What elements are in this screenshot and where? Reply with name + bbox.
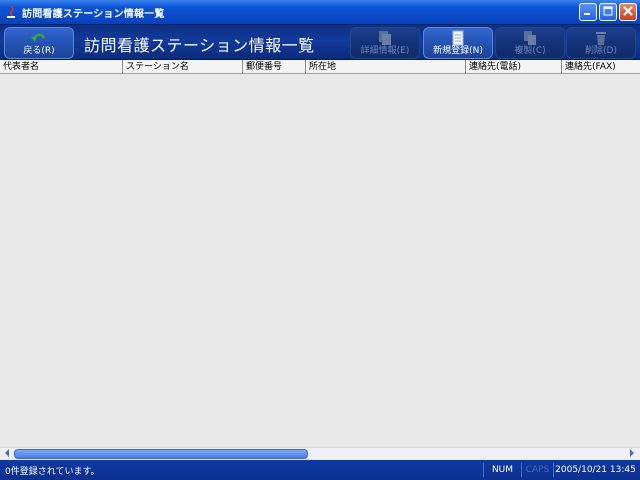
scroll-left-button[interactable] xyxy=(1,448,13,460)
scroll-thumb[interactable] xyxy=(14,449,308,459)
table-body[interactable] xyxy=(0,75,640,447)
close-icon xyxy=(623,5,633,19)
new-register-button[interactable]: 新規登録(N) xyxy=(423,27,493,59)
num-lock-indicator: NUM xyxy=(483,463,521,477)
copy-button[interactable]: 複製(C) xyxy=(495,27,565,59)
back-button[interactable]: 戻る(R) xyxy=(4,27,74,59)
horizontal-scrollbar[interactable] xyxy=(0,447,640,459)
detail-button[interactable]: 詳細情報(E) xyxy=(350,27,420,59)
detail-button-label: 詳細情報(E) xyxy=(360,46,410,56)
column-header-address[interactable]: 所在地 xyxy=(306,60,466,74)
delete-button[interactable]: 削除(D) xyxy=(566,27,636,59)
chevron-right-icon xyxy=(629,448,635,460)
table-header: 代表者名 ステーション名 郵便番号 所在地 連絡先(電話) 連絡先(FAX) xyxy=(0,60,640,74)
status-datetime: 2005/10/21 13:45 xyxy=(553,463,637,477)
copy-button-label: 複製(C) xyxy=(514,46,546,56)
column-header-fax[interactable]: 連絡先(FAX) xyxy=(562,60,640,74)
delete-button-label: 削除(D) xyxy=(585,46,617,56)
column-header-postal-code[interactable]: 郵便番号 xyxy=(243,60,306,74)
status-message: 0件登録されています。 xyxy=(5,467,100,477)
back-button-label: 戻る(R) xyxy=(23,46,55,56)
new-register-button-label: 新規登録(N) xyxy=(433,46,483,56)
minimize-icon xyxy=(583,6,593,19)
status-bar: 0件登録されています。 NUM CAPS 2005/10/21 13:45 xyxy=(0,460,640,480)
window-title: 訪問看護ステーション情報一覧 xyxy=(22,8,165,20)
toolbar: 戻る(R) 訪問看護ステーション情報一覧 詳細情報(E) 新規登録(N) 複製(… xyxy=(0,24,640,60)
title-bar: 訪問看護ステーション情報一覧 xyxy=(0,0,640,24)
caps-lock-indicator: CAPS xyxy=(521,463,553,477)
minimize-button[interactable] xyxy=(579,3,597,21)
column-header-representative[interactable]: 代表者名 xyxy=(0,60,123,74)
scroll-right-button[interactable] xyxy=(626,448,638,460)
column-header-station-name[interactable]: ステーション名 xyxy=(123,60,243,74)
page-title: 訪問看護ステーション情報一覧 xyxy=(84,36,315,55)
app-icon[interactable] xyxy=(4,5,18,19)
close-button[interactable] xyxy=(619,3,637,21)
maximize-button[interactable] xyxy=(599,3,617,21)
maximize-icon xyxy=(603,6,613,19)
chevron-left-icon xyxy=(4,448,10,460)
column-header-phone[interactable]: 連絡先(電話) xyxy=(466,60,562,74)
